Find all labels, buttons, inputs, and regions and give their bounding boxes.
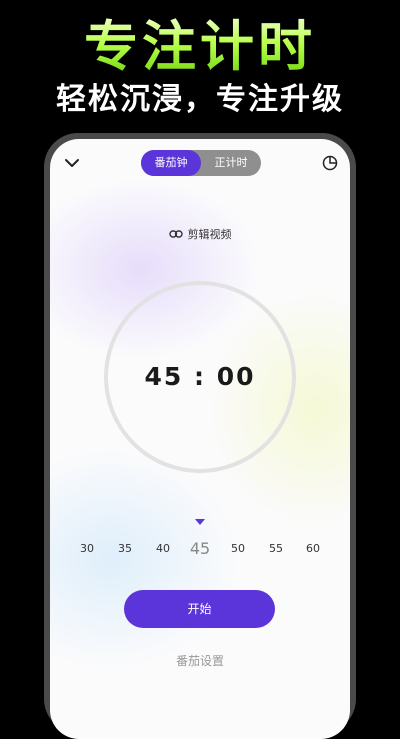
mode-switch: 番茄钟 正计时 [141, 150, 261, 176]
timer-display: 45 : 00 [144, 362, 256, 391]
duration-option-50[interactable]: 50 [218, 539, 258, 559]
start-button[interactable]: 开始 [124, 590, 275, 628]
pie-chart-icon[interactable] [322, 155, 338, 171]
duration-option-35[interactable]: 35 [105, 539, 145, 559]
tab-pomodoro[interactable]: 番茄钟 [141, 150, 201, 176]
duration-option-55[interactable]: 55 [256, 539, 296, 559]
phone-frame: 番茄钟 正计时 剪辑视频 45 : 00 30 35 40 45 50 55 6… [44, 133, 356, 739]
duration-option-60[interactable]: 60 [293, 539, 333, 559]
duration-option-30[interactable]: 30 [67, 539, 107, 559]
tab-stopwatch[interactable]: 正计时 [201, 150, 261, 176]
duration-marker-icon [195, 519, 205, 525]
clip-video-label: 剪辑视频 [187, 228, 232, 241]
chevron-down-icon[interactable] [64, 157, 80, 169]
duration-option-45-selected[interactable]: 45 [180, 537, 220, 561]
promo-headline: 专注计时 [0, 14, 400, 80]
link-icon [168, 230, 183, 238]
app-screen: 番茄钟 正计时 剪辑视频 45 : 00 30 35 40 45 50 55 6… [50, 139, 350, 739]
promo-subheadline: 轻松沉浸，专注升级 [56, 82, 344, 117]
duration-option-40[interactable]: 40 [143, 539, 183, 559]
clip-video-link[interactable]: 剪辑视频 [50, 225, 350, 243]
pomodoro-settings-link[interactable]: 番茄设置 [50, 651, 350, 671]
